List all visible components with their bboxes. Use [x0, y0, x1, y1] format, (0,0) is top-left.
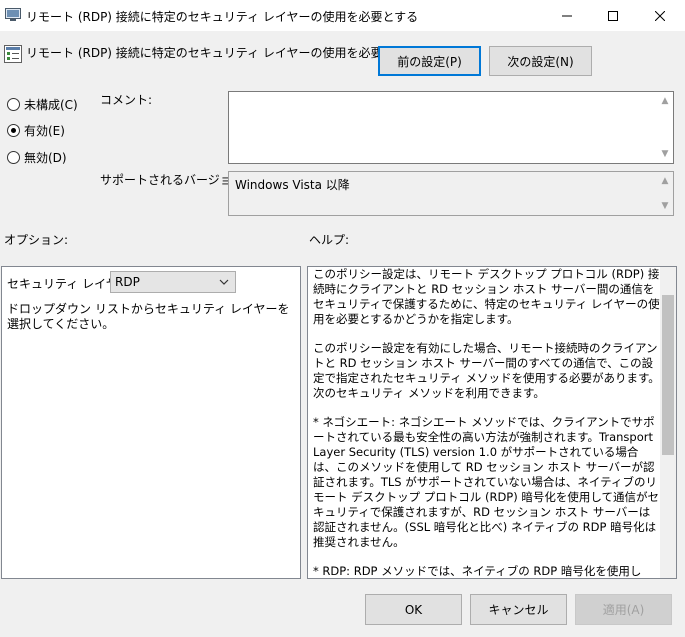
supported-on-label: サポートされるバージョン:: [100, 173, 248, 187]
close-icon[interactable]: [637, 0, 683, 31]
help-scroll-thumb[interactable]: [662, 295, 674, 455]
radio-disabled[interactable]: 無効(D): [7, 148, 67, 166]
help-panel: このポリシー設定は、リモート デスクトップ プロトコル (RDP) 接続時にクラ…: [307, 266, 677, 579]
policy-setting-icon: [4, 45, 22, 63]
help-paragraph: * ネゴシエート: ネゴシエート メソッドでは、クライアントでサポートされている…: [313, 415, 660, 549]
options-panel: セキュリティ レイヤー RDP ドロップダウン リストからセキュリティ レイヤー…: [1, 266, 301, 579]
help-paragraph: このポリシー設定を有効にした場合、リモート接続時のクライアントと RD セッショ…: [313, 341, 660, 400]
radio-not-configured[interactable]: 未構成(C): [7, 95, 78, 113]
help-paragraph: このポリシー設定は、リモート デスクトップ プロトコル (RDP) 接続時にクラ…: [313, 267, 660, 326]
options-label: オプション:: [4, 233, 69, 247]
maximize-icon[interactable]: [590, 0, 636, 31]
radio-disabled-label: 無効(D): [24, 150, 67, 165]
minimize-icon[interactable]: [544, 0, 590, 31]
help-content: このポリシー設定は、リモート デスクトップ プロトコル (RDP) 接続時にクラ…: [313, 267, 660, 578]
options-description: ドロップダウン リストからセキュリティ レイヤーを選択してください。: [7, 302, 290, 331]
scroll-down-icon[interactable]: ▼: [657, 198, 673, 214]
help-label: ヘルプ:: [309, 233, 350, 247]
scroll-up-icon[interactable]: ▲: [657, 173, 673, 189]
help-scrollbar[interactable]: [660, 267, 676, 578]
supported-on-value: Windows Vista 以降: [235, 178, 350, 192]
window-title: リモート (RDP) 接続に特定のセキュリティ レイヤーの使用を必要とする: [26, 10, 419, 24]
comment-value: [229, 92, 673, 98]
comment-textarea[interactable]: ▲ ▼: [228, 91, 674, 164]
comment-scrollbar[interactable]: ▲ ▼: [657, 92, 673, 163]
next-setting-button[interactable]: 次の設定(N): [489, 46, 592, 76]
ok-button[interactable]: OK: [365, 594, 462, 625]
scroll-down-icon[interactable]: ▼: [657, 146, 673, 162]
radio-enabled-label: 有効(E): [24, 123, 65, 138]
radio-not-configured-label: 未構成(C): [24, 97, 78, 112]
cancel-button[interactable]: キャンセル: [470, 594, 567, 625]
previous-setting-button[interactable]: 前の設定(P): [378, 46, 481, 76]
radio-not-configured-indicator[interactable]: [7, 97, 20, 111]
radio-disabled-indicator[interactable]: [7, 150, 20, 164]
supported-on-field: Windows Vista 以降 ▲ ▼: [228, 171, 674, 216]
policy-app-icon: [5, 8, 21, 21]
apply-button[interactable]: 適用(A): [575, 594, 672, 625]
comment-label: コメント:: [100, 93, 153, 107]
help-paragraph: * RDP: RDP メソッドでは、ネイティブの RDP 暗号化を使用して、クラ…: [313, 564, 642, 578]
chevron-down-icon: [219, 276, 229, 290]
security-layer-dropdown[interactable]: RDP: [110, 271, 236, 293]
radio-enabled-indicator[interactable]: [7, 123, 20, 137]
policy-title: リモート (RDP) 接続に特定のセキュリティ レイヤーの使用を必要とする: [26, 46, 419, 60]
radio-enabled[interactable]: 有効(E): [7, 121, 65, 139]
scroll-up-icon[interactable]: ▲: [657, 93, 673, 109]
supported-scrollbar[interactable]: ▲ ▼: [657, 172, 673, 215]
security-layer-value: RDP: [115, 275, 140, 289]
